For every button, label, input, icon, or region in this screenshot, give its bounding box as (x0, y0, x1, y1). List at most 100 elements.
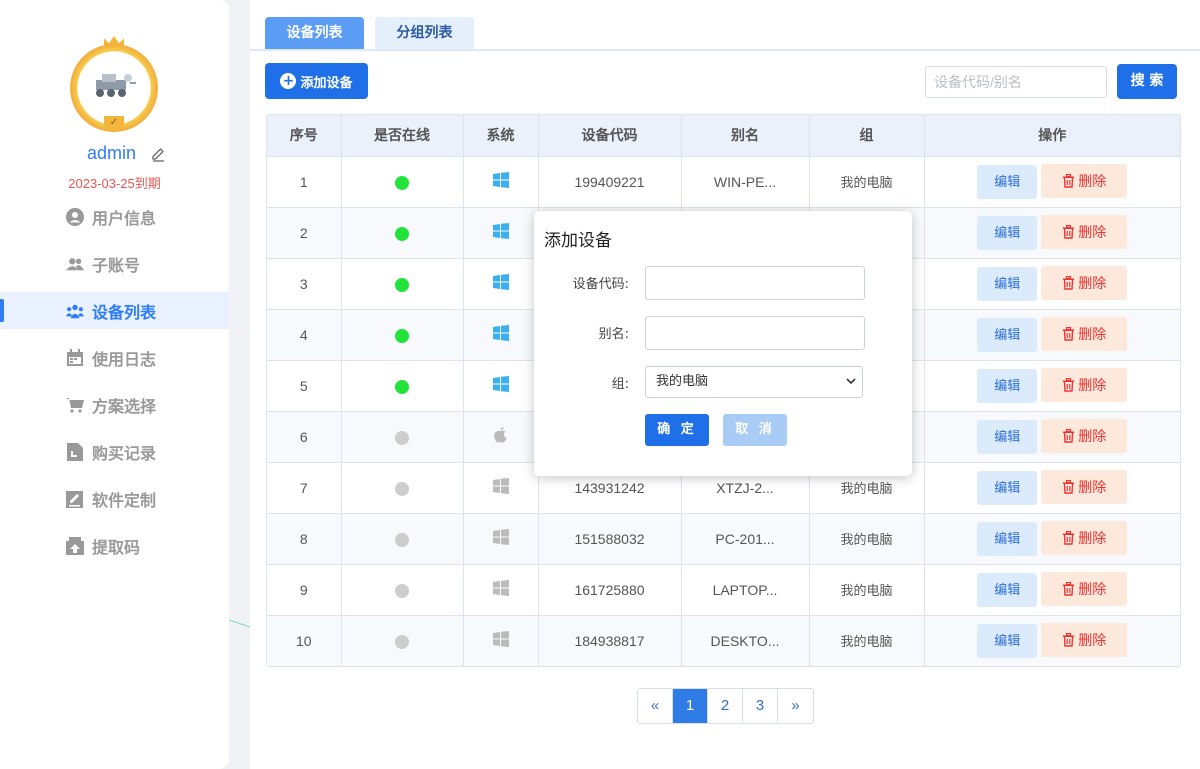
delete-label: 删除 (1078, 326, 1107, 342)
cell-code: 199409221 (538, 155, 682, 207)
page-2[interactable]: 2 (708, 689, 743, 723)
cell-no: 5 (267, 359, 342, 411)
sidebar-item-user-info[interactable]: 用户信息 (0, 193, 229, 240)
cell-os (463, 155, 539, 207)
plus-circle-icon: + (280, 73, 297, 89)
pencil-icon[interactable] (150, 146, 166, 162)
sidebar-item-plan[interactable]: 方案选择 (0, 381, 229, 428)
cancel-button[interactable]: 取 消 (723, 414, 787, 446)
alias-label: 别名: (598, 327, 629, 342)
cell-online (341, 155, 464, 207)
trash-icon (1062, 275, 1078, 291)
tab-group-list[interactable]: 分组列表 (375, 17, 474, 50)
add-device-button[interactable]: + 添加设备 (265, 63, 368, 99)
delete-button[interactable]: 删除 (1041, 572, 1128, 606)
cell-online (341, 206, 464, 258)
delete-label: 删除 (1078, 275, 1107, 291)
delete-button[interactable]: 删除 (1041, 317, 1128, 351)
edit-button[interactable]: 编辑 (977, 216, 1038, 250)
avatar[interactable]: ✓ (68, 36, 160, 134)
edit-button[interactable]: 编辑 (977, 369, 1038, 403)
edit-button[interactable]: 编辑 (977, 420, 1038, 454)
pagination: « 1 2 3 » (637, 688, 814, 724)
header-code: 设备代码 (538, 115, 682, 156)
trash-icon (1062, 377, 1078, 393)
table-row: 8 151588032 PC-201... 我的电脑 编辑 删除 (267, 512, 1180, 564)
sidebar-item-label: 软件定制 (92, 490, 157, 510)
windows-icon (492, 631, 509, 650)
delete-button[interactable]: 删除 (1041, 266, 1128, 300)
table-row: 1 199409221 WIN-PE... 我的电脑 编辑 删除 (267, 155, 1180, 207)
cell-online (341, 410, 464, 462)
cell-os (463, 614, 539, 666)
calendar-icon (66, 348, 84, 367)
delete-button[interactable]: 删除 (1041, 623, 1128, 658)
delete-button[interactable]: 删除 (1041, 521, 1128, 555)
upload-box-icon (66, 536, 84, 555)
cell-os (463, 563, 539, 615)
status-dot (395, 430, 409, 445)
page-prev[interactable]: « (638, 689, 673, 723)
cell-online (341, 461, 464, 513)
sidebar-item-label: 方案选择 (92, 396, 157, 416)
sidebar-item-extract-code[interactable]: 提取码 (0, 522, 229, 569)
status-dot (395, 532, 409, 547)
delete-button[interactable]: 删除 (1041, 470, 1128, 504)
search-button[interactable]: 搜 索 (1117, 64, 1177, 99)
delete-button[interactable]: 删除 (1041, 164, 1128, 198)
table-row: 9 161725880 LAPTOP... 我的电脑 编辑 删除 (267, 563, 1180, 615)
search-input[interactable] (925, 66, 1107, 98)
delete-button[interactable]: 删除 (1041, 419, 1128, 453)
cell-actions: 编辑 删除 (924, 461, 1180, 513)
add-device-label: 添加设备 (300, 75, 353, 91)
cell-group: 我的电脑 (809, 155, 925, 207)
cell-os (463, 410, 539, 462)
edit-button[interactable]: 编辑 (977, 471, 1038, 505)
page-next[interactable]: » (778, 689, 813, 723)
page-1[interactable]: 1 (673, 689, 708, 723)
trash-icon (1062, 326, 1078, 342)
device-code-field[interactable] (645, 266, 865, 300)
cell-no: 6 (267, 410, 342, 462)
delete-button[interactable]: 删除 (1041, 215, 1128, 249)
sidebar-item-sub-account[interactable]: 子账号 (0, 240, 229, 287)
group-select-value: 我的电脑 (656, 374, 709, 389)
windows-icon (492, 325, 509, 344)
cell-no: 1 (267, 155, 342, 207)
cell-actions: 编辑 删除 (924, 206, 1180, 258)
edit-button[interactable]: 编辑 (977, 522, 1038, 556)
cell-group: 我的电脑 (809, 512, 925, 564)
user-circle-icon (66, 207, 84, 226)
sidebar-item-usage-log[interactable]: 使用日志 (0, 334, 229, 381)
confirm-button[interactable]: 确 定 (645, 414, 709, 446)
edit-button[interactable]: 编辑 (977, 165, 1038, 199)
tab-underline (250, 49, 1200, 51)
windows-icon (492, 223, 509, 242)
windows-icon (492, 376, 509, 395)
delete-label: 删除 (1078, 530, 1107, 546)
cell-os (463, 359, 539, 411)
robot-icon (96, 74, 136, 97)
edit-button[interactable]: 编辑 (977, 573, 1038, 607)
cell-actions: 编辑 删除 (924, 308, 1180, 360)
alias-field[interactable] (645, 316, 865, 350)
edit-button[interactable]: 编辑 (977, 624, 1038, 659)
edit-button[interactable]: 编辑 (977, 267, 1038, 301)
status-dot (395, 379, 409, 394)
cell-online (341, 563, 464, 615)
edit-button[interactable]: 编辑 (977, 318, 1038, 352)
status-dot (395, 328, 409, 343)
dialog-title: 添加设备 (544, 231, 612, 251)
sidebar-item-custom[interactable]: 软件定制 (0, 475, 229, 522)
sidebar-item-device-list[interactable]: 设备列表 (0, 292, 229, 329)
page-3[interactable]: 3 (743, 689, 778, 723)
sidebar-item-purchase[interactable]: 购买记录 (0, 428, 229, 475)
delete-button[interactable]: 删除 (1041, 368, 1128, 402)
header-group: 组 (809, 115, 925, 156)
group-select[interactable]: 我的电脑 (645, 366, 863, 398)
tab-device-list[interactable]: 设备列表 (265, 17, 364, 50)
delete-label: 删除 (1078, 377, 1107, 393)
status-dot (395, 481, 409, 496)
cell-os (463, 206, 539, 258)
cell-alias: DESKTO... (681, 614, 810, 666)
